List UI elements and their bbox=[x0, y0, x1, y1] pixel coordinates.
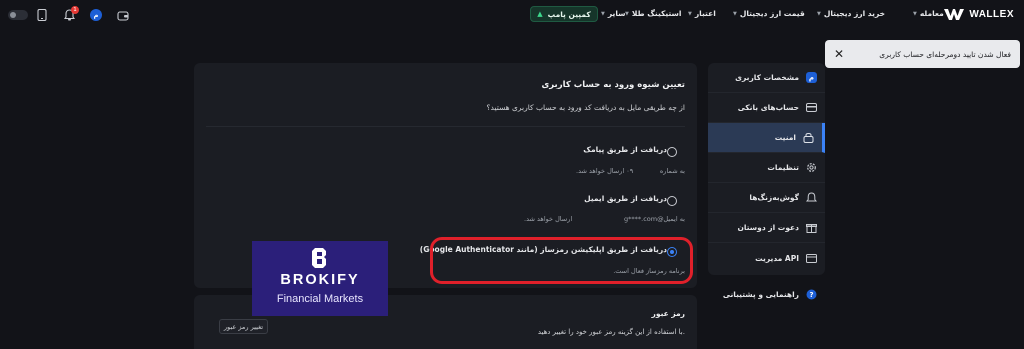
nav-label: قیمت ارز دیجیتال bbox=[739, 9, 805, 18]
wallex-logo-icon bbox=[944, 9, 965, 20]
avatar[interactable]: م bbox=[90, 9, 102, 21]
divider bbox=[206, 126, 685, 127]
sidebar-item-api[interactable]: مدیریت API bbox=[708, 243, 825, 273]
brokify-logo: BROKIFY Financial Markets bbox=[252, 241, 388, 316]
toast-notification: ✕ فعال شدن تایید دومرحله‌ای حساب کاربری bbox=[825, 40, 1020, 68]
brand-name: WALLEX bbox=[969, 9, 1014, 20]
brokify-logo-icon bbox=[312, 248, 326, 268]
sidebar-item-label: امنیت bbox=[774, 133, 796, 142]
password-description: با استفاده از این گزینه رمز عبور خود را … bbox=[537, 328, 685, 336]
sidebar-item-bank-accounts[interactable]: حساب‌های بانکی bbox=[708, 93, 825, 123]
radio-sms[interactable] bbox=[667, 147, 677, 157]
nav-credit[interactable]: ▼ اعتبار bbox=[688, 9, 716, 18]
card-question: از چه طریقی مایل به دریافت کد ورود به حس… bbox=[486, 103, 685, 112]
option-sms-hint-prefix: به شماره bbox=[659, 167, 685, 175]
help-icon: ? bbox=[806, 289, 817, 300]
option-email-hint: ارسال خواهد شد. bbox=[524, 215, 573, 223]
gear-icon bbox=[806, 162, 817, 173]
nav-label: معامله bbox=[919, 9, 944, 18]
close-icon[interactable]: ✕ bbox=[834, 48, 844, 60]
top-navbar: WALLEX ▼ معامله ▼ خرید ارز دیجیتال ▼ قیم… bbox=[0, 0, 1024, 30]
bank-card-icon bbox=[806, 102, 817, 113]
option-email-address: @g****.com bbox=[624, 215, 664, 223]
option-email-label[interactable]: دریافت از طریق ایمیل bbox=[584, 194, 667, 203]
change-password-button[interactable]: تغییر رمز عبور bbox=[219, 319, 268, 334]
brokify-name: BROKIFY bbox=[280, 272, 360, 288]
radio-email[interactable] bbox=[667, 196, 677, 206]
option-email-hint-prefix: به ایمیل bbox=[663, 215, 685, 223]
nav-other[interactable]: ▼ سایر bbox=[601, 9, 626, 18]
chevron-down-icon: ▼ bbox=[913, 10, 917, 17]
lock-icon bbox=[803, 132, 814, 143]
sidebar-item-alerts[interactable]: گوش‌به‌زنگ‌ها bbox=[708, 183, 825, 213]
chevron-down-icon: ▼ bbox=[817, 10, 821, 17]
sidebar-item-invite-friends[interactable]: دعوت از دوستان bbox=[708, 213, 825, 243]
card-title: تعیین شیوه ورود به حساب کاربری bbox=[541, 80, 685, 90]
nav-label: خرید ارز دیجیتال bbox=[823, 9, 886, 18]
sidebar-item-label: حساب‌های بانکی bbox=[737, 103, 799, 112]
option-sms-hint: ۰۹ ارسال خواهد شد. bbox=[576, 167, 634, 175]
sidebar-item-settings[interactable]: تنظیمات bbox=[708, 153, 825, 183]
sidebar-item-label: گوش‌به‌زنگ‌ها bbox=[749, 193, 799, 202]
wallet-icon[interactable] bbox=[116, 8, 130, 22]
wallex-logo[interactable]: WALLEX bbox=[944, 9, 1014, 20]
chevron-down-icon: ▼ bbox=[688, 10, 692, 17]
notification-badge: 1 bbox=[71, 6, 79, 14]
highlight-annotation bbox=[430, 237, 693, 284]
mobile-download-icon[interactable] bbox=[35, 8, 49, 22]
chevron-down-icon: ▼ bbox=[601, 10, 605, 17]
svg-text:?: ? bbox=[809, 291, 813, 299]
chevron-down-icon: ▼ bbox=[733, 10, 737, 17]
sidebar-item-label: دعوت از دوستان bbox=[737, 223, 800, 232]
nav-label: اعتبار bbox=[694, 9, 716, 18]
sidebar-item-label: مدیریت API bbox=[755, 253, 799, 263]
sidebar-item-label: راهنمایی و پشتیبانی bbox=[722, 289, 799, 299]
user-profile-icon: م bbox=[806, 72, 817, 83]
nav-buy-crypto[interactable]: ▼ خرید ارز دیجیتال bbox=[817, 9, 885, 18]
nav-label: استیکینگ طلا bbox=[631, 9, 682, 18]
nav-gold-staking[interactable]: ▼ استیکینگ طلا bbox=[625, 9, 681, 18]
sidebar-item-profile[interactable]: مشخصات کاربری م bbox=[708, 63, 825, 93]
campaign-label: کمپین پامپ bbox=[547, 9, 591, 19]
nav-crypto-prices[interactable]: ▼ قیمت ارز دیجیتال bbox=[733, 9, 805, 18]
theme-toggle[interactable] bbox=[8, 10, 28, 20]
password-title: رمز عبور bbox=[651, 309, 685, 318]
nav-trade[interactable]: ▼ معامله bbox=[913, 9, 944, 18]
bell-icon bbox=[806, 192, 817, 203]
sidebar-item-label: مشخصات کاربری bbox=[735, 73, 799, 82]
api-icon bbox=[806, 253, 817, 264]
sidebar-item-label: تنظیمات bbox=[767, 163, 799, 172]
svg-text:م: م bbox=[809, 74, 814, 82]
brokify-tagline: Financial Markets bbox=[276, 293, 364, 305]
campaign-button[interactable]: ▲ کمپین پامپ bbox=[530, 6, 598, 22]
settings-sidebar: مشخصات کاربری م حساب‌های بانکی امنیت تنظ… bbox=[708, 63, 825, 275]
sidebar-item-security[interactable]: امنیت bbox=[708, 123, 825, 153]
nav-label: سایر bbox=[607, 9, 626, 18]
chevron-up-icon: ▲ bbox=[537, 10, 543, 18]
toast-message: فعال شدن تایید دومرحله‌ای حساب کاربری bbox=[879, 49, 1011, 59]
sidebar-item-support[interactable]: راهنمایی و پشتیبانی ? bbox=[708, 286, 825, 302]
option-sms-label[interactable]: دریافت از طریق پیامک bbox=[583, 145, 667, 154]
gift-icon bbox=[806, 222, 817, 233]
